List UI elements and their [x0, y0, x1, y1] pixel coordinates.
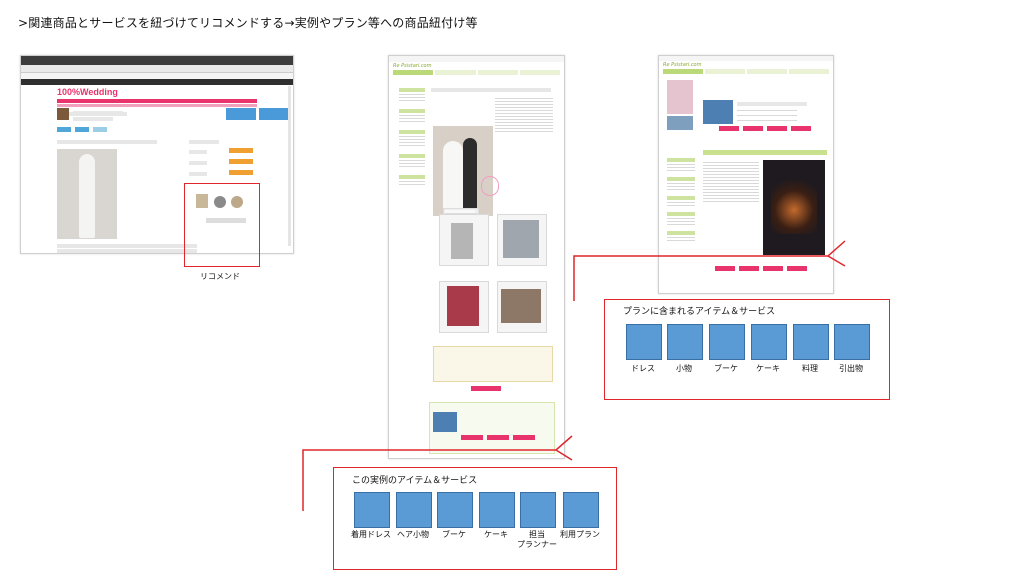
plan-item-square — [626, 324, 662, 360]
example-item-square — [479, 492, 515, 528]
plan-item-square — [751, 324, 787, 360]
example-items-title: この実例のアイテム＆サービス — [352, 476, 478, 486]
example-item-label: 担当 プランナー — [517, 530, 557, 549]
example-item-square — [396, 492, 432, 528]
example-item-square — [437, 492, 473, 528]
plan-item-square — [709, 324, 745, 360]
example-item-square — [354, 492, 390, 528]
plan-items-title: プランに含まれるアイテム＆サービス — [623, 307, 776, 317]
example-items-box: この実例のアイテム＆サービス 着用ドレス ヘア小物 ブーケ ケーキ 担当 プラン… — [333, 467, 617, 570]
plan-item-square — [793, 324, 829, 360]
plan-item-square — [834, 324, 870, 360]
plan-items-box: プランに含まれるアイテム＆サービス ドレス 小物 ブーケ ケーキ 料理 引出物 — [604, 299, 890, 400]
plan-item-label: 引出物 — [839, 364, 863, 373]
plan-item-label: ケーキ — [756, 364, 780, 373]
example-item-square — [563, 492, 599, 528]
example-item-square — [520, 492, 556, 528]
plan-item-square — [667, 324, 703, 360]
example-item-label: 利用プラン — [560, 530, 600, 539]
plan-item-label: ブーケ — [714, 364, 738, 373]
example-item-label: ブーケ — [442, 530, 466, 539]
plan-item-label: 小物 — [676, 364, 692, 373]
